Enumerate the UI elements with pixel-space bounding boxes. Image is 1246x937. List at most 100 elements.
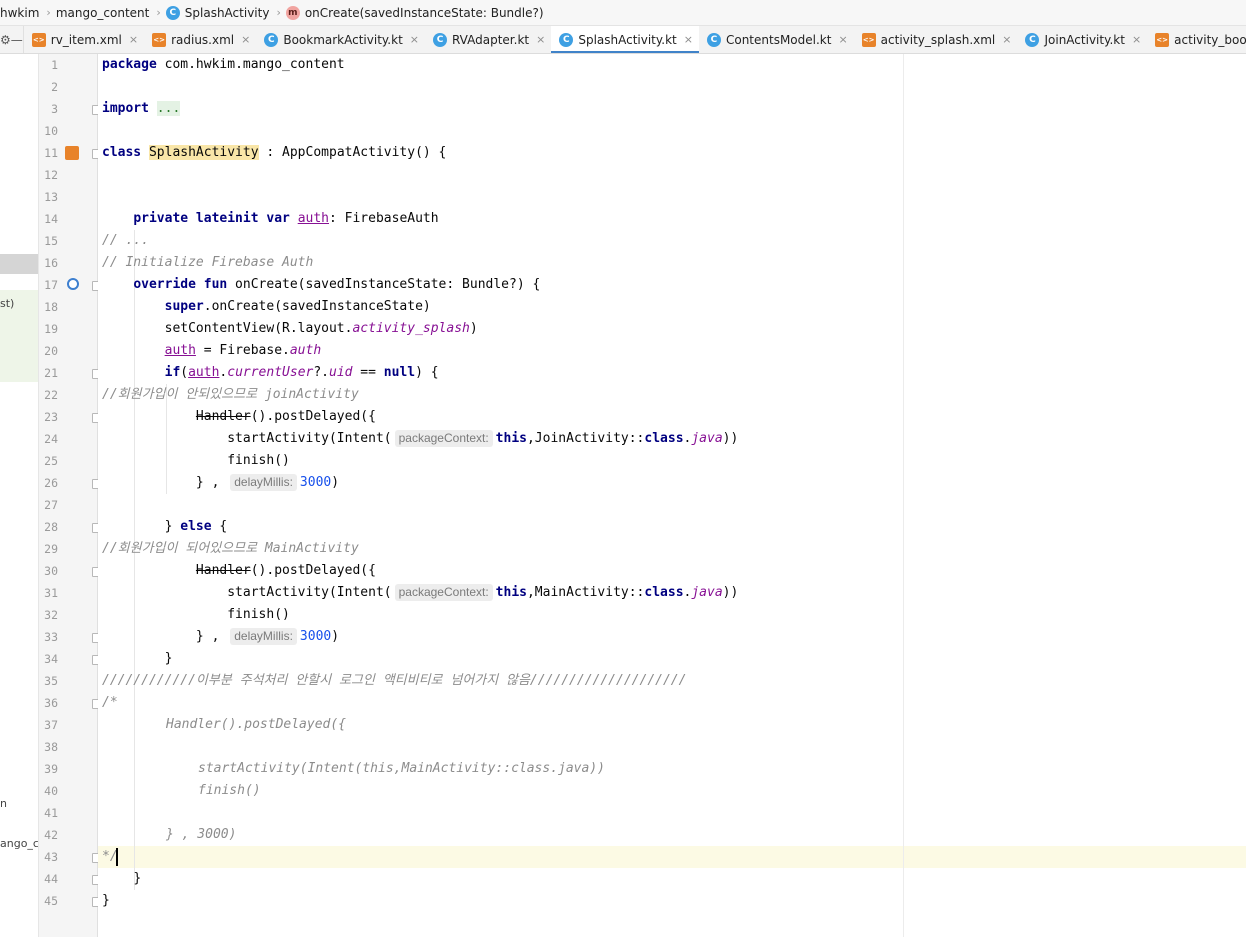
line-number: 44: [44, 872, 58, 886]
line-number: 31: [44, 586, 58, 600]
tab-rv-adapter[interactable]: C RVAdapter.kt ×: [425, 26, 551, 53]
code-line-3: import ...: [102, 101, 181, 116]
close-icon[interactable]: ×: [410, 33, 419, 46]
line-number: 33: [44, 630, 58, 644]
close-icon[interactable]: ×: [838, 33, 847, 46]
code-line-24: startActivity(Intent(packageContext: this…: [227, 430, 739, 447]
parameter-hint: delayMillis:: [230, 628, 297, 645]
project-selected-row[interactable]: [0, 254, 38, 274]
breadcrumb-item-package[interactable]: mango_content: [56, 6, 154, 20]
line-number: 13: [44, 190, 58, 204]
layout-xml-icon[interactable]: [65, 146, 79, 160]
right-margin-guide: [903, 54, 904, 937]
line-number: 11: [44, 146, 58, 160]
breadcrumb-item-method[interactable]: m onCreate(savedInstanceState: Bundle?): [285, 5, 548, 20]
breadcrumb-label: mango_content: [55, 5, 150, 20]
project-item-fragment[interactable]: ango_co: [0, 837, 38, 850]
tab-splash-activity[interactable]: C SplashActivity.kt ×: [551, 26, 699, 53]
parameter-hint: packageContext:: [394, 584, 493, 601]
collapse-icon[interactable]: —: [11, 33, 23, 47]
close-icon[interactable]: ×: [1132, 33, 1141, 46]
line-number: 10: [44, 124, 58, 138]
line-number: 34: [44, 652, 58, 666]
tab-activity-splash-xml[interactable]: <> activity_splash.xml ×: [854, 26, 1018, 53]
text-caret: [116, 848, 118, 866]
line-number: 43: [44, 850, 58, 864]
line-number: 30: [44, 564, 58, 578]
code-line-33: } , delayMillis: 3000): [195, 628, 340, 645]
tab-label: RVAdapter.kt: [452, 32, 530, 47]
line-number: 1: [51, 58, 58, 72]
code-line-44: }: [133, 871, 142, 886]
kotlin-class-icon: C: [264, 32, 279, 47]
code-line-22: //회원가입이 안되있으므로 joinActivity: [102, 387, 359, 402]
tab-label: SplashActivity.kt: [578, 32, 677, 47]
project-item-fragment[interactable]: st): [0, 297, 14, 310]
code-line-31: startActivity(Intent(packageContext: this…: [227, 584, 739, 601]
line-number: 28: [44, 520, 58, 534]
code-line-37: Handler().postDelayed({: [166, 717, 347, 732]
code-line-26: } , delayMillis: 3000): [195, 474, 340, 491]
line-number: 3: [51, 102, 58, 116]
kotlin-class-icon: C: [559, 32, 574, 47]
line-number: 36: [44, 696, 58, 710]
line-number: 19: [44, 322, 58, 336]
line-number: 37: [44, 718, 58, 732]
kotlin-class-icon: C: [433, 32, 447, 47]
folded-imports[interactable]: ...: [156, 101, 181, 116]
tab-bookmark-activity[interactable]: C BookmarkActivity.kt ×: [256, 26, 425, 53]
code-line-34: }: [164, 651, 173, 666]
tab-label: activity_bookmark.xml: [1174, 32, 1246, 47]
code-line-19: setContentView(R.layout.activity_splash): [164, 321, 478, 336]
breadcrumb-item-project[interactable]: hwkim: [0, 6, 43, 20]
tab-label: activity_splash.xml: [880, 32, 996, 47]
settings-icon[interactable]: ⚙: [0, 33, 11, 47]
close-icon[interactable]: ×: [129, 33, 138, 46]
close-icon[interactable]: ×: [1002, 33, 1011, 46]
line-number: 17: [44, 278, 58, 292]
code-line-40: finish(): [198, 783, 261, 798]
line-number: 32: [44, 608, 58, 622]
line-number: 14: [44, 212, 58, 226]
tab-label: rv_item.xml: [50, 32, 122, 47]
tab-join-activity[interactable]: C JoinActivity.kt ×: [1017, 26, 1147, 53]
line-number: 42: [44, 828, 58, 842]
tab-radius-xml[interactable]: <> radius.xml ×: [144, 26, 256, 53]
kotlin-class-icon: C: [1025, 32, 1040, 47]
line-number: 39: [44, 762, 58, 776]
project-item-fragment[interactable]: n: [0, 797, 7, 810]
line-number: 21: [44, 366, 58, 380]
xml-file-icon: <>: [1155, 32, 1170, 47]
code-line-11: class SplashActivity : AppCompatActivity…: [102, 145, 447, 160]
code-line-1: package com.hwkim.mango_content: [102, 57, 345, 72]
tab-contents-model[interactable]: C ContentsModel.kt ×: [699, 26, 854, 53]
close-icon[interactable]: ×: [241, 33, 250, 46]
tab-activity-bookmark-xml[interactable]: <> activity_bookmark.xml: [1147, 26, 1246, 53]
code-line-25: finish(): [227, 453, 290, 468]
close-icon[interactable]: ×: [536, 33, 545, 46]
line-number: 35: [44, 674, 58, 688]
code-line-30: Handler().postDelayed({: [195, 563, 376, 578]
line-number: 15: [44, 234, 58, 248]
method-icon: m: [285, 5, 300, 20]
chevron-right-icon: ›: [276, 6, 281, 19]
xml-file-icon: <>: [152, 32, 167, 47]
line-number: 40: [44, 784, 58, 798]
code-line-39: startActivity(Intent(this,MainActivity::…: [198, 761, 605, 776]
breadcrumb: hwkim › mango_content › C SplashActivity …: [0, 0, 1246, 26]
line-number: 38: [44, 740, 58, 754]
code-line-16: // Initialize Firebase Auth: [102, 255, 314, 270]
code-line-36: /*: [102, 695, 118, 710]
line-number: 18: [44, 300, 58, 314]
code-line-18: super.onCreate(savedInstanceState): [164, 299, 431, 314]
close-icon[interactable]: ×: [684, 33, 693, 46]
xml-file-icon: <>: [31, 32, 46, 47]
code-line-17: override fun onCreate(savedInstanceState…: [133, 277, 541, 292]
line-number: 16: [44, 256, 58, 270]
override-method-icon[interactable]: [67, 278, 79, 290]
code-editor[interactable]: package com.hwkim.mango_content import .…: [98, 54, 1246, 937]
tab-rv-item-xml[interactable]: <> rv_item.xml ×: [24, 26, 144, 53]
code-line-45: }: [102, 893, 110, 908]
line-number: 27: [44, 498, 58, 512]
breadcrumb-item-class[interactable]: C SplashActivity: [165, 5, 274, 20]
